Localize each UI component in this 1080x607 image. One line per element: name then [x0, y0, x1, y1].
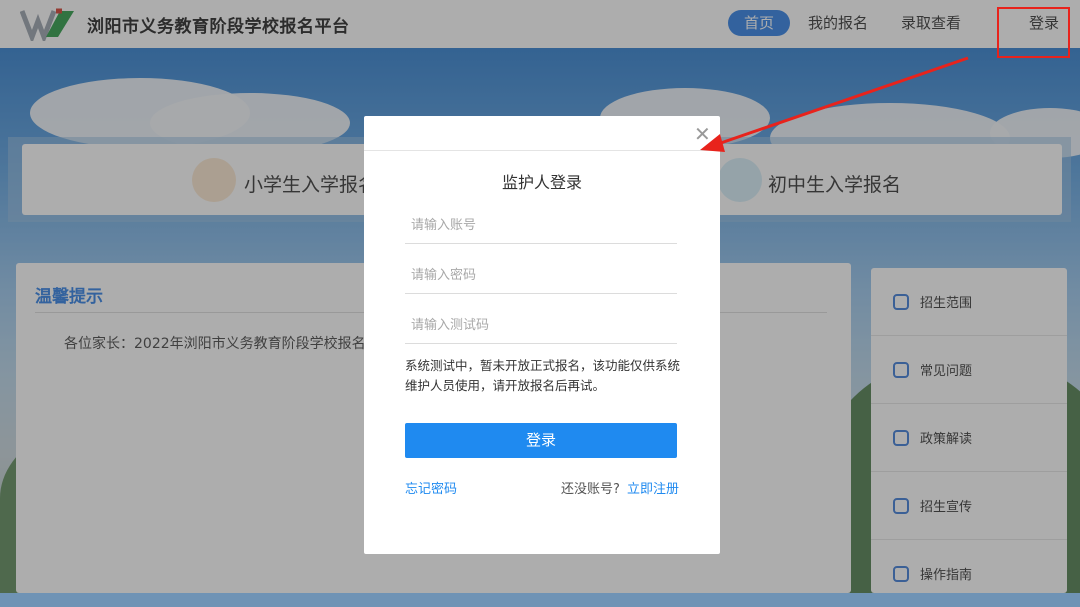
test-code-input[interactable]	[405, 308, 677, 344]
account-input[interactable]	[405, 208, 677, 244]
close-icon[interactable]: ✕	[694, 124, 711, 144]
modal-divider	[364, 150, 720, 151]
annotation-highlight-box	[997, 7, 1070, 58]
login-modal: ✕ 监护人登录 系统测试中，暂未开放正式报名，该功能仅供系统维护人员使用，请开放…	[364, 116, 720, 554]
register-link[interactable]: 立即注册	[627, 478, 679, 497]
password-input[interactable]	[405, 258, 677, 294]
system-notice: 系统测试中，暂未开放正式报名，该功能仅供系统维护人员使用，请开放报名后再试。	[405, 358, 681, 393]
login-button[interactable]: 登录	[405, 423, 677, 458]
forgot-password-link[interactable]: 忘记密码	[405, 478, 457, 497]
no-account-text: 还没账号?	[561, 482, 620, 497]
modal-title: 监护人登录	[501, 173, 582, 192]
